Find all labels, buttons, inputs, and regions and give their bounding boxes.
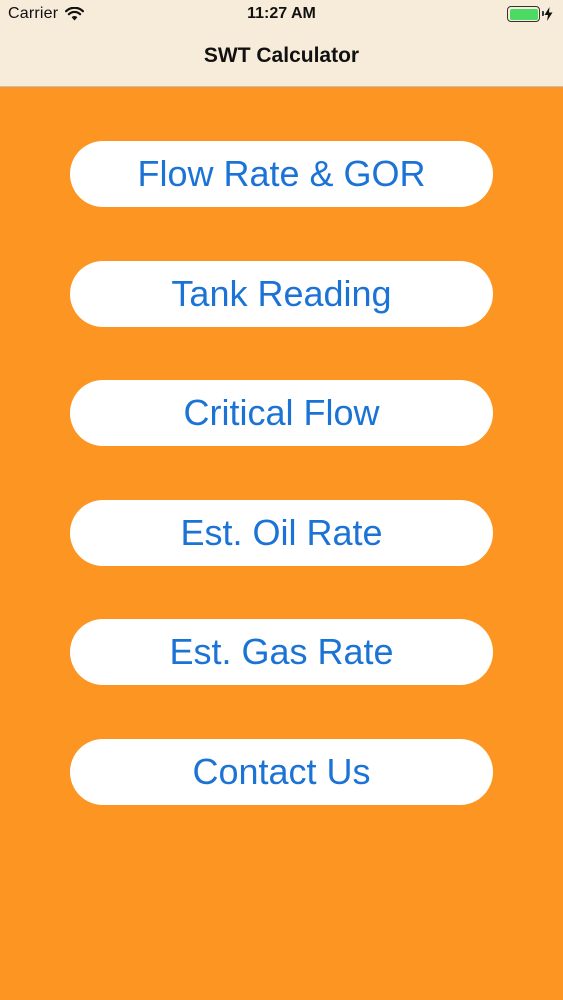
battery-icon <box>507 6 544 22</box>
critical-flow-button[interactable]: Critical Flow <box>70 380 493 446</box>
status-bar: Carrier 11:27 AM <box>0 0 563 30</box>
battery-indicator <box>507 6 553 22</box>
battery-fill <box>509 8 538 20</box>
est-oil-rate-button[interactable]: Est. Oil Rate <box>70 500 493 566</box>
tank-reading-button[interactable]: Tank Reading <box>70 261 493 327</box>
bolt-icon <box>544 7 553 21</box>
contact-us-button[interactable]: Contact Us <box>70 739 493 805</box>
page-title: SWT Calculator <box>203 44 360 67</box>
navigation-header: Carrier 11:27 AM SWT Calculator <box>0 0 563 87</box>
est-gas-rate-button[interactable]: Est. Gas Rate <box>70 619 493 685</box>
status-time: 11:27 AM <box>247 5 316 22</box>
flow-rate-gor-button[interactable]: Flow Rate & GOR <box>70 141 493 207</box>
